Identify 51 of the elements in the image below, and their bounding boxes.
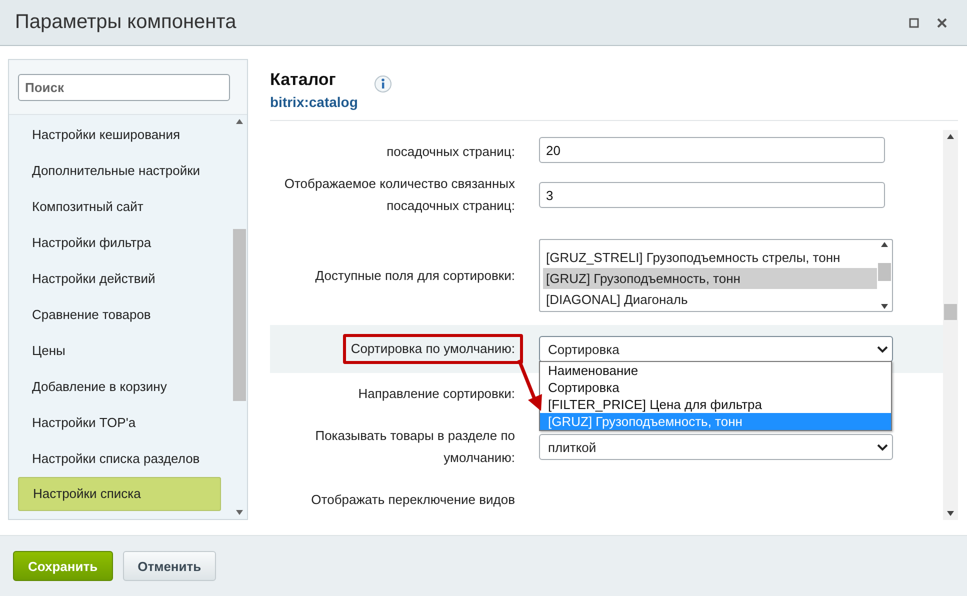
dropdown[interactable]: Сортировка: [539, 336, 893, 362]
info-icon[interactable]: [374, 75, 392, 93]
scroll-thumb[interactable]: [878, 263, 891, 281]
maximize-icon[interactable]: [909, 18, 919, 28]
sidebar-item[interactable]: Настройки TOP'а: [18, 405, 221, 441]
scrollbar[interactable]: [877, 240, 892, 311]
dropdown-option[interactable]: Наименование: [540, 362, 891, 379]
field-label: Отображаемое количество связанных посадочных страниц:: [283, 175, 515, 215]
text-field[interactable]: 20: [539, 137, 885, 163]
sidebar-item[interactable]: Добавление в корзину: [18, 369, 221, 405]
scroll-up-icon[interactable]: [881, 242, 888, 247]
scrollbar[interactable]: [943, 130, 958, 520]
scroll-thumb[interactable]: [233, 229, 246, 401]
field-label: Направление сортировки:: [358, 385, 515, 403]
field-label: Сортировка по умолчанию:: [342, 334, 523, 364]
list-option[interactable]: [GRUZ_STRELI] Грузоподъемность стрелы, тонн: [543, 247, 877, 268]
component-title: Каталог: [270, 70, 337, 90]
sidebar-item[interactable]: Настройки кеширования: [18, 117, 221, 153]
search-field[interactable]: Поиск: [18, 74, 230, 101]
chevron-down-icon: [877, 346, 888, 352]
scroll-down-icon[interactable]: [881, 304, 888, 309]
sidebar-item[interactable]: Настройки списка разделов: [18, 441, 221, 477]
sidebar-item[interactable]: Настройки действий: [18, 261, 221, 297]
field-label: Показывать товары в разделе по умолчанию:: [314, 427, 515, 467]
dropdown-option[interactable]: Сортировка: [540, 379, 891, 396]
field-label: Доступные поля для сортировки:: [315, 266, 515, 285]
cancel-button[interactable]: Отменить: [122, 551, 216, 581]
scroll-down-icon[interactable]: [236, 510, 243, 515]
dropdown-option[interactable]: [FILTER_PRICE] Цена для фильтра: [540, 396, 891, 413]
dropdown[interactable]: плиткой: [539, 434, 893, 460]
scroll-down-icon[interactable]: [947, 511, 954, 516]
field-label: посадочных страниц:: [386, 143, 515, 161]
sidebar-item[interactable]: Дополнительные настройки: [18, 153, 221, 189]
list-option[interactable]: [DIAGONAL] Диагональ: [543, 289, 877, 310]
sidebar-item[interactable]: Настройки списка: [18, 477, 221, 511]
window-title: Параметры компонента: [15, 11, 236, 34]
multi-select-list[interactable]: [GRUZ_STRELI] Грузоподъемность стрелы, тонн [GRUZ] Грузоподъемность, тонн [DIAGONAL] Диагональ: [539, 239, 893, 312]
field-label: Отображать переключение видов: [311, 491, 515, 509]
scroll-thumb[interactable]: [944, 304, 957, 320]
chevron-down-icon: [877, 444, 888, 450]
list-option[interactable]: [GRUZ] Грузоподъемность, тонн: [543, 268, 877, 289]
sidebar-item[interactable]: Сравнение товаров: [18, 297, 221, 333]
sidebar-item[interactable]: Настройки фильтра: [18, 225, 221, 261]
close-icon[interactable]: [937, 18, 947, 28]
sidebar-item[interactable]: Цены: [18, 333, 221, 369]
scroll-up-icon[interactable]: [236, 119, 243, 124]
component-code: bitrix:catalog: [270, 94, 358, 110]
callout-arrow: [517, 359, 542, 411]
sidebar-item[interactable]: Композитный сайт: [18, 189, 221, 225]
scroll-up-icon[interactable]: [947, 134, 954, 139]
text-field[interactable]: 3: [539, 182, 885, 208]
